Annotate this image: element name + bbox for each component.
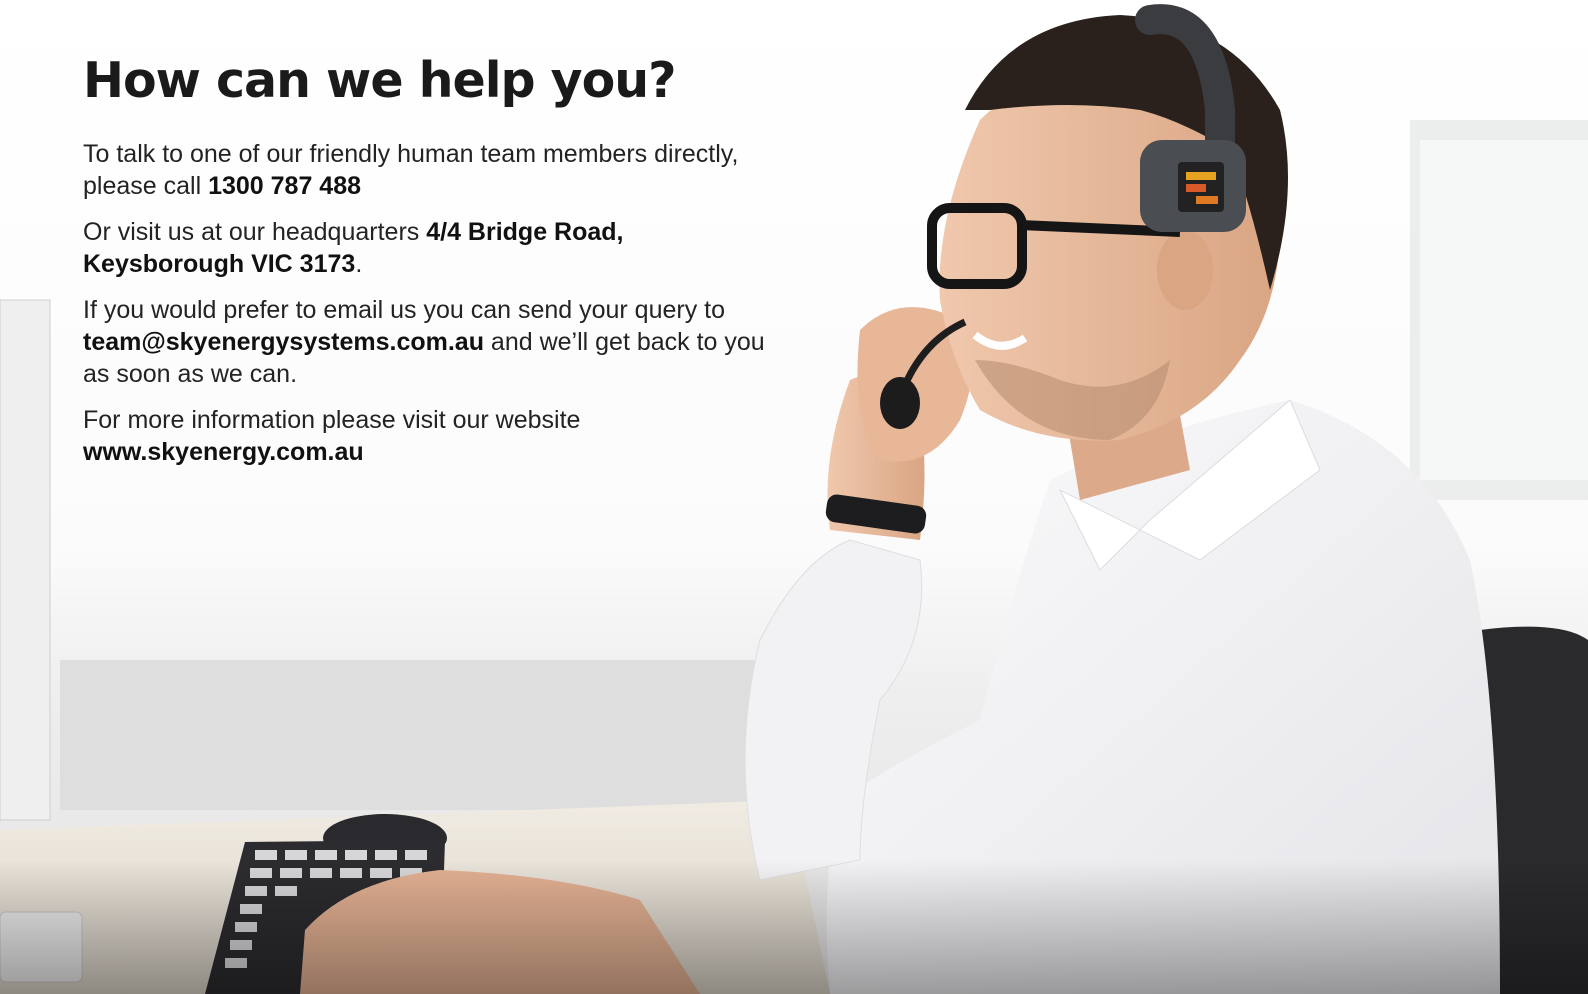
- website-intro-text: For more information please visit our we…: [83, 405, 581, 434]
- email-paragraph: If you would prefer to email us you can …: [83, 294, 783, 390]
- email-address[interactable]: team@skyenergysystems.com.au: [83, 328, 484, 356]
- website-link[interactable]: www.skyenergy.com.au: [83, 438, 364, 466]
- email-intro-text: If you would prefer to email us you can …: [83, 295, 726, 324]
- address-intro-text: Or visit us at our headquarters: [83, 217, 427, 246]
- contact-info-section: How can we help you? To talk to one of o…: [83, 54, 783, 482]
- phone-number[interactable]: 1300 787 488: [208, 172, 361, 200]
- address-paragraph: Or visit us at our headquarters 4/4 Brid…: [83, 216, 783, 280]
- phone-intro-text: To talk to one of our friendly human tea…: [83, 139, 739, 200]
- page-title: How can we help you?: [83, 52, 677, 109]
- phone-paragraph: To talk to one of our friendly human tea…: [83, 138, 783, 202]
- address-period: .: [355, 249, 363, 278]
- website-paragraph: For more information please visit our we…: [83, 404, 783, 468]
